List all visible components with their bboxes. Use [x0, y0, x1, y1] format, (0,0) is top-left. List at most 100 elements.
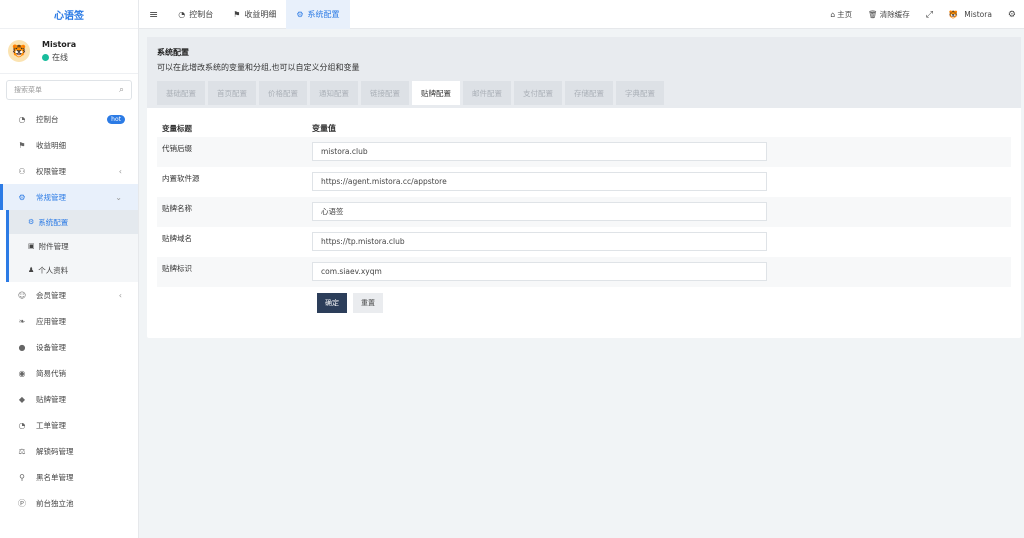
flag-icon: ⚑ — [233, 9, 241, 19]
row-title: 贴牌标识 — [162, 264, 192, 273]
tab-home[interactable]: 首页配置 — [208, 81, 256, 105]
tab-brand[interactable]: 贴牌配置 — [412, 81, 460, 105]
leaf-icon: ❧ — [18, 316, 26, 326]
app-logo[interactable]: 心语签 — [0, 0, 138, 29]
sidebar-item-system-config[interactable]: ⚙ 系统配置 — [9, 210, 138, 234]
sidebar-item-unlock-codes[interactable]: ⚖ 解锁码管理 — [0, 438, 138, 464]
hot-badge: hot — [107, 114, 125, 124]
flag-icon: ⚑ — [18, 140, 26, 150]
online-dot-icon — [42, 53, 49, 61]
brand-domain-input[interactable]: https://tp.mistora.club — [312, 232, 767, 251]
sidebar-item-pool[interactable]: Ⓟ 前台独立池 — [0, 490, 138, 516]
avatar: 🐯 — [948, 10, 959, 19]
sidebar-item-attachments[interactable]: ▣ 附件管理 — [9, 234, 138, 258]
product-hunt-icon: Ⓟ — [18, 498, 26, 508]
row-title: 代销后缀 — [162, 144, 192, 153]
bicycle-icon: ⚲ — [19, 472, 25, 482]
search-icon[interactable]: ⌕ — [119, 85, 124, 95]
resale-suffix-input[interactable]: mistora.club — [312, 142, 767, 161]
user-panel: 🐯 Mistora 在线 — [0, 29, 138, 74]
tab-notify[interactable]: 通知配置 — [310, 81, 358, 105]
panel-header: 系统配置 可以在此增改系统的变量和分组,也可以自定义分组和变量 基础配置 首页配… — [147, 37, 1021, 108]
user-circle-icon: ☺ — [17, 290, 27, 300]
chevron-left-icon: ‹ — [118, 166, 122, 176]
dashboard-icon: ◔ — [18, 114, 26, 124]
sidebar-item-income[interactable]: ⚑ 收益明细 — [0, 132, 138, 158]
user-name: Mistora — [42, 39, 77, 49]
sidebar: 心语签 🐯 Mistora 在线 搜索菜单 ⌕ ◔ 控制台 hot ⚑ 收益明细 ⚇ 权… — [0, 0, 139, 538]
users-icon: ⚇ — [18, 166, 26, 176]
header-title: 变量标题 — [162, 124, 192, 133]
dashboard-icon: ◔ — [178, 9, 186, 19]
tab-link[interactable]: 链接配置 — [361, 81, 409, 105]
sidebar-menu: ◔ 控制台 hot ⚑ 收益明细 ⚇ 权限管理 ‹ ⚙ 常规管理 ⌄ ⚙ 系统配置 ▣ 附件管理 … — [0, 106, 138, 516]
user-status: 在线 — [42, 52, 76, 63]
sidebar-item-members[interactable]: ☺ 会员管理 ‹ — [0, 282, 138, 308]
sidebar-item-apps[interactable]: ❧ 应用管理 — [0, 308, 138, 334]
cogs-icon: ⚙ — [18, 192, 26, 202]
sidebar-item-blacklist[interactable]: ⚲ 黑名单管理 — [0, 464, 138, 490]
row-title: 贴牌域名 — [162, 234, 192, 243]
sidebar-item-dashboard[interactable]: ◔ 控制台 hot — [0, 106, 138, 132]
circle-icon: ● — [18, 342, 26, 352]
general-submenu: ⚙ 系统配置 ▣ 附件管理 ♟ 个人资料 — [6, 210, 138, 282]
tab-dashboard[interactable]: ◔ 控制台 — [168, 0, 223, 29]
gear-icon: ⚙ — [28, 218, 35, 226]
tab-storage[interactable]: 存储配置 — [565, 81, 613, 105]
file-image-icon: ▣ — [28, 242, 35, 250]
header-value: 变量值 — [312, 124, 336, 133]
dashboard-icon: ◔ — [18, 420, 26, 430]
page-description: 可以在此增改系统的变量和分组,也可以自定义分组和变量 — [157, 63, 360, 72]
chevron-down-icon: ⌄ — [115, 192, 122, 202]
page-title: 系统配置 — [157, 48, 189, 57]
config-tabs: 基础配置 首页配置 价格配置 通知配置 链接配置 贴牌配置 邮件配置 支付配置 … — [157, 81, 1011, 105]
software-source-input[interactable]: https://agent.mistora.cc/appstore — [312, 172, 767, 191]
brand-id-input[interactable]: com.siaev.xyqm — [312, 262, 767, 281]
sidebar-item-brand[interactable]: ◆ 贴牌管理 — [0, 386, 138, 412]
table-row: 贴牌标识 com.siaev.xyqm — [157, 257, 1011, 287]
table-header: 变量标题 变量值 — [157, 120, 1011, 137]
brand-name-input[interactable]: 心语签 — [312, 202, 767, 221]
tab-basic[interactable]: 基础配置 — [157, 81, 205, 105]
home-icon: ⌂ — [830, 10, 836, 19]
sidebar-item-permission[interactable]: ⚇ 权限管理 ‹ — [0, 158, 138, 184]
search-placeholder: 搜索菜单 — [14, 86, 42, 94]
tab-system-config[interactable]: ⚙ 系统配置 — [286, 0, 350, 29]
user-icon: ♟ — [28, 266, 35, 274]
trash-icon: 🗑 — [868, 10, 878, 19]
table-row: 贴牌域名 https://tp.mistora.club — [157, 227, 1011, 257]
chevron-left-icon: ‹ — [118, 290, 122, 300]
tab-mail[interactable]: 邮件配置 — [463, 81, 511, 105]
tab-dict[interactable]: 字典配置 — [616, 81, 664, 105]
tag-icon: ◆ — [18, 394, 26, 404]
form-buttons: 确定 重置 — [317, 293, 1011, 313]
balance-scale-icon: ⚖ — [18, 446, 26, 456]
config-panel: 系统配置 可以在此增改系统的变量和分组,也可以自定义分组和变量 基础配置 首页配… — [147, 37, 1021, 338]
tab-payment[interactable]: 支付配置 — [514, 81, 562, 105]
sidebar-item-resale[interactable]: ◉ 简易代销 — [0, 360, 138, 386]
menu-search-input[interactable]: 搜索菜单 ⌕ — [6, 80, 132, 100]
confirm-button[interactable]: 确定 — [317, 293, 347, 313]
sidebar-item-devices[interactable]: ● 设备管理 — [0, 334, 138, 360]
reset-button[interactable]: 重置 — [353, 293, 383, 313]
user-menu[interactable]: 🐯 Mistora — [941, 10, 1000, 19]
sidebar-item-general[interactable]: ⚙ 常规管理 ⌄ — [0, 184, 138, 210]
tab-income[interactable]: ⚑ 收益明细 — [223, 0, 286, 29]
sidebar-item-tickets[interactable]: ◔ 工单管理 — [0, 412, 138, 438]
avatar: 🐯 — [8, 40, 30, 62]
home-link[interactable]: ⌂ 主页 — [822, 9, 860, 20]
settings-icon[interactable]: ⚙ — [1000, 10, 1024, 20]
disc-icon: ◉ — [18, 368, 26, 378]
table-row: 内置软件源 https://agent.mistora.cc/appstore — [157, 167, 1011, 197]
clear-cache-button[interactable]: 🗑 清除缓存 — [860, 9, 918, 20]
tab-price[interactable]: 价格配置 — [259, 81, 307, 105]
menu-toggle-icon[interactable]: ≡ — [139, 0, 168, 29]
table-row: 代销后缀 mistora.club — [157, 137, 1011, 167]
table-row: 贴牌名称 心语签 — [157, 197, 1011, 227]
fullscreen-icon[interactable]: ⤢ — [918, 10, 941, 20]
sidebar-item-profile[interactable]: ♟ 个人资料 — [9, 258, 138, 282]
row-title: 贴牌名称 — [162, 204, 192, 213]
row-title: 内置软件源 — [162, 174, 200, 183]
topbar: ≡ ◔ 控制台 ⚑ 收益明细 ⚙ 系统配置 ⌂ 主页 🗑 清除缓存 ⤢ 🐯 Mistora … — [139, 0, 1024, 29]
topbar-right: ⌂ 主页 🗑 清除缓存 ⤢ 🐯 Mistora ⚙ — [822, 0, 1024, 29]
